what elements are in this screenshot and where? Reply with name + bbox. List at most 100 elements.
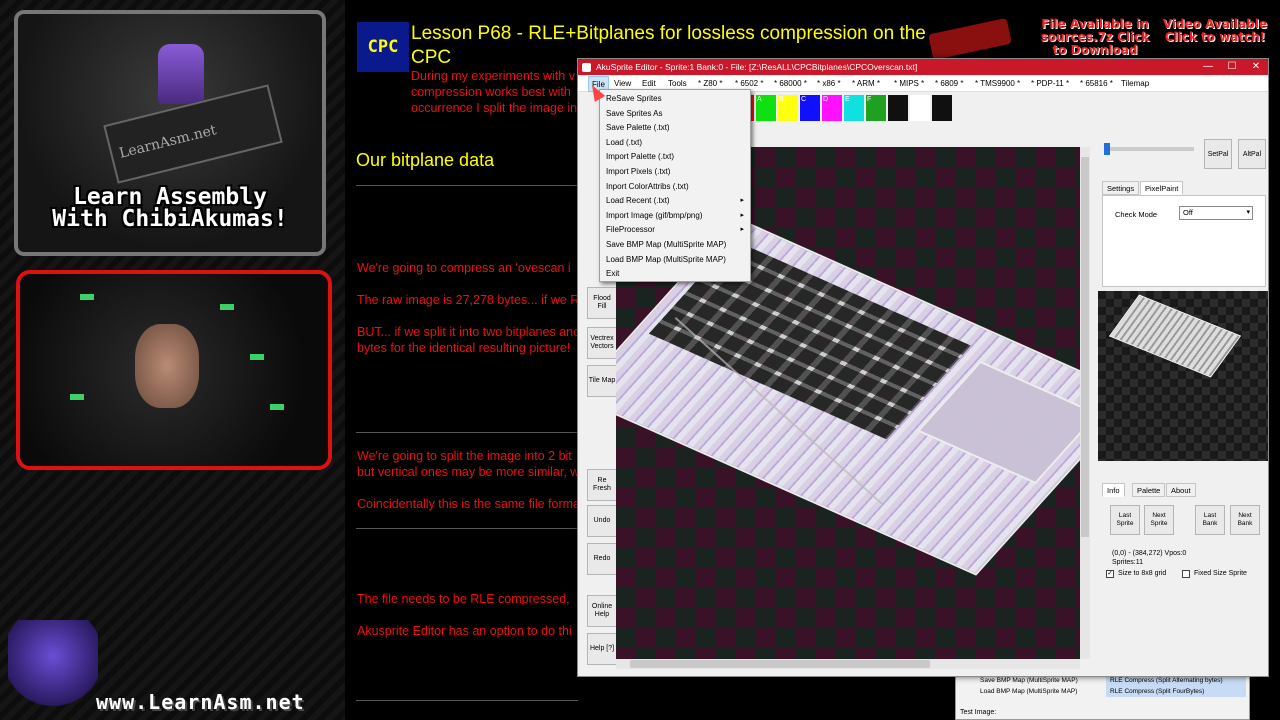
- menu-tilemap[interactable]: Tilemap: [1118, 76, 1152, 92]
- checkbox-box: [1182, 570, 1190, 578]
- maximize-button[interactable]: ☐: [1220, 59, 1244, 75]
- file-menu-item[interactable]: Save Palette (.txt): [600, 121, 750, 136]
- palette-swatch[interactable]: [910, 95, 930, 121]
- close-button[interactable]: ✕: [1244, 59, 1268, 75]
- file-menu-item[interactable]: Load Recent (.txt) ▸: [600, 194, 750, 209]
- file-menu-item-label: Inport ColorAttribs (.txt): [606, 181, 689, 191]
- file-menu-item[interactable]: Load BMP Map (MultiSprite MAP): [600, 253, 750, 268]
- menu-tms9900[interactable]: * TMS9900 *: [972, 76, 1023, 92]
- file-menu-item[interactable]: ReSave Sprites: [600, 92, 750, 107]
- preview-keyboard: [1108, 294, 1242, 378]
- redo-button[interactable]: Redo: [587, 543, 617, 575]
- palette-swatch[interactable]: [932, 95, 952, 121]
- slider-handle[interactable]: [1104, 143, 1110, 155]
- palette-swatch[interactable]: D: [822, 95, 842, 121]
- altpal-button[interactable]: AltPal: [1238, 139, 1266, 169]
- file-menu-item-label: FileProcessor: [606, 225, 655, 235]
- banner-tagline: Learn Assembly With ChibiAkumas!: [18, 186, 322, 232]
- pixel-decoration: [80, 294, 94, 300]
- palette-slider[interactable]: [1104, 147, 1194, 151]
- coords-text: (0,0) - (384,272) Vpos:0: [1112, 550, 1187, 557]
- tile-map-button[interactable]: Tile Map: [587, 365, 617, 397]
- pixel-decoration: [220, 304, 234, 310]
- fixed-size-checkbox[interactable]: Fixed Size Sprite: [1182, 569, 1247, 579]
- webcam-frame: [16, 270, 332, 470]
- refresh-button[interactable]: Re Fresh: [587, 469, 617, 501]
- site-url: www.LearnAsm.net: [96, 690, 305, 714]
- paragraph: bytes for the identical resulting pictur…: [357, 341, 571, 355]
- file-menu-item-label: Load BMP Map (MultiSprite MAP): [606, 254, 726, 264]
- video-link[interactable]: Video Available Click to watch!: [1160, 18, 1270, 44]
- paragraph: but vertical ones may be more similar, w: [357, 465, 579, 479]
- palette-swatch[interactable]: F: [866, 95, 886, 121]
- window-titlebar[interactable]: AkuSprite Editor - Sprite:1 Bank:0 - Fil…: [578, 59, 1268, 75]
- undo-button[interactable]: Undo: [587, 505, 617, 537]
- file-menu-item[interactable]: Import Pixels (.txt): [600, 165, 750, 180]
- tab-pixelpaint[interactable]: PixelPaint: [1140, 181, 1184, 195]
- last-sprite-button[interactable]: Last Sprite: [1110, 505, 1140, 535]
- mascot-character: [8, 620, 98, 710]
- fixed-size-label: Fixed Size Sprite: [1194, 570, 1247, 577]
- palette-swatch[interactable]: [888, 95, 908, 121]
- menu-68000[interactable]: * 68000 *: [771, 76, 810, 92]
- palette-swatch[interactable]: B: [778, 95, 798, 121]
- mascot-banner: LearnAsm.net Learn Assembly With ChibiAk…: [14, 10, 326, 256]
- file-menu-item[interactable]: FileProcessor ▸: [600, 223, 750, 238]
- sprite-preview: [1098, 291, 1268, 461]
- palette-swatch[interactable]: A: [756, 95, 776, 121]
- size-8x8-label: Size to 8x8 grid: [1118, 570, 1167, 577]
- tab-info[interactable]: Info: [1102, 483, 1125, 497]
- file-menu-item-label: Import Palette (.txt): [606, 152, 675, 162]
- palette-swatch[interactable]: C: [800, 95, 820, 121]
- file-menu-item[interactable]: Import Image (gif/bmp/png) ▸: [600, 209, 750, 224]
- file-menu-item[interactable]: Load (.txt): [600, 136, 750, 151]
- setpal-button[interactable]: SetPal: [1204, 139, 1232, 169]
- presenter-face: [135, 324, 199, 408]
- check-icon: ✓: [1106, 570, 1114, 578]
- scroll-thumb[interactable]: [1081, 157, 1089, 537]
- next-bank-button[interactable]: Next Bank: [1230, 505, 1260, 535]
- file-menu-item[interactable]: Import Palette (.txt): [600, 150, 750, 165]
- horizontal-scrollbar[interactable]: [616, 659, 1080, 669]
- tab-settings[interactable]: Settings: [1102, 181, 1140, 195]
- tab-about[interactable]: About: [1166, 483, 1196, 497]
- lesson-intro: During my experiments with v compression…: [411, 69, 578, 115]
- divider: [356, 528, 578, 529]
- menu-pdp11[interactable]: * PDP-11 *: [1028, 76, 1072, 92]
- menu-65816[interactable]: * 65816 *: [1077, 76, 1116, 92]
- tab-palette[interactable]: Palette: [1132, 483, 1166, 497]
- file-menu-item[interactable]: Inport ColorAttribs (.txt): [600, 180, 750, 195]
- file-menu-item-label: ReSave Sprites: [606, 94, 662, 103]
- menu-mips[interactable]: * MIPS *: [891, 76, 927, 92]
- vectrex-vectors-button[interactable]: Vectrex Vectors: [587, 327, 617, 359]
- size-8x8-checkbox[interactable]: ✓ Size to 8x8 grid: [1106, 569, 1166, 579]
- pixel-decoration: [250, 354, 264, 360]
- paragraph: The file needs to be RLE compressed,: [357, 592, 570, 606]
- menu-arm[interactable]: * ARM *: [849, 76, 883, 92]
- help-button[interactable]: Help [?]: [587, 633, 617, 665]
- divider: [356, 185, 578, 186]
- file-menu-item-label: Load Recent (.txt): [606, 196, 670, 206]
- mascot-sprite: [158, 44, 204, 104]
- last-bank-button[interactable]: Last Bank: [1195, 505, 1225, 535]
- paragraph: We're going to compress an 'ovescan i: [357, 261, 571, 275]
- check-mode-select[interactable]: Off ▾: [1179, 206, 1253, 220]
- next-sprite-button[interactable]: Next Sprite: [1144, 505, 1174, 535]
- menu-6809[interactable]: * 6809 *: [932, 76, 966, 92]
- file-menu-item[interactable]: Save Sprites As: [600, 107, 750, 122]
- online-help-button[interactable]: Online Help: [587, 595, 617, 627]
- download-link[interactable]: File Available in sources.7z Click to Do…: [1040, 18, 1150, 57]
- sprite-info: (0,0) - (384,272) Vpos:0 Sprites:11: [1112, 549, 1186, 567]
- vertical-scrollbar[interactable]: [1080, 147, 1090, 659]
- scroll-thumb[interactable]: [630, 660, 930, 668]
- palette-swatch[interactable]: E: [844, 95, 864, 121]
- flood-fill-button[interactable]: Flood Fill: [587, 287, 617, 319]
- file-menu-item[interactable]: Exit: [600, 267, 750, 282]
- file-menu-dropdown: ReSave Sprites Save Sprites As Save Palett…: [599, 89, 751, 282]
- tagline-line-2: With ChibiAkumas!: [52, 206, 288, 232]
- file-menu-item[interactable]: Save BMP Map (MultiSprite MAP): [600, 238, 750, 253]
- bg-menu-item: RLE Compress (Split FourBytes): [1106, 686, 1246, 697]
- submenu-arrow-icon: ▸: [740, 197, 744, 205]
- minimize-button[interactable]: —: [1196, 59, 1220, 75]
- menu-x86[interactable]: * x86 *: [814, 76, 844, 92]
